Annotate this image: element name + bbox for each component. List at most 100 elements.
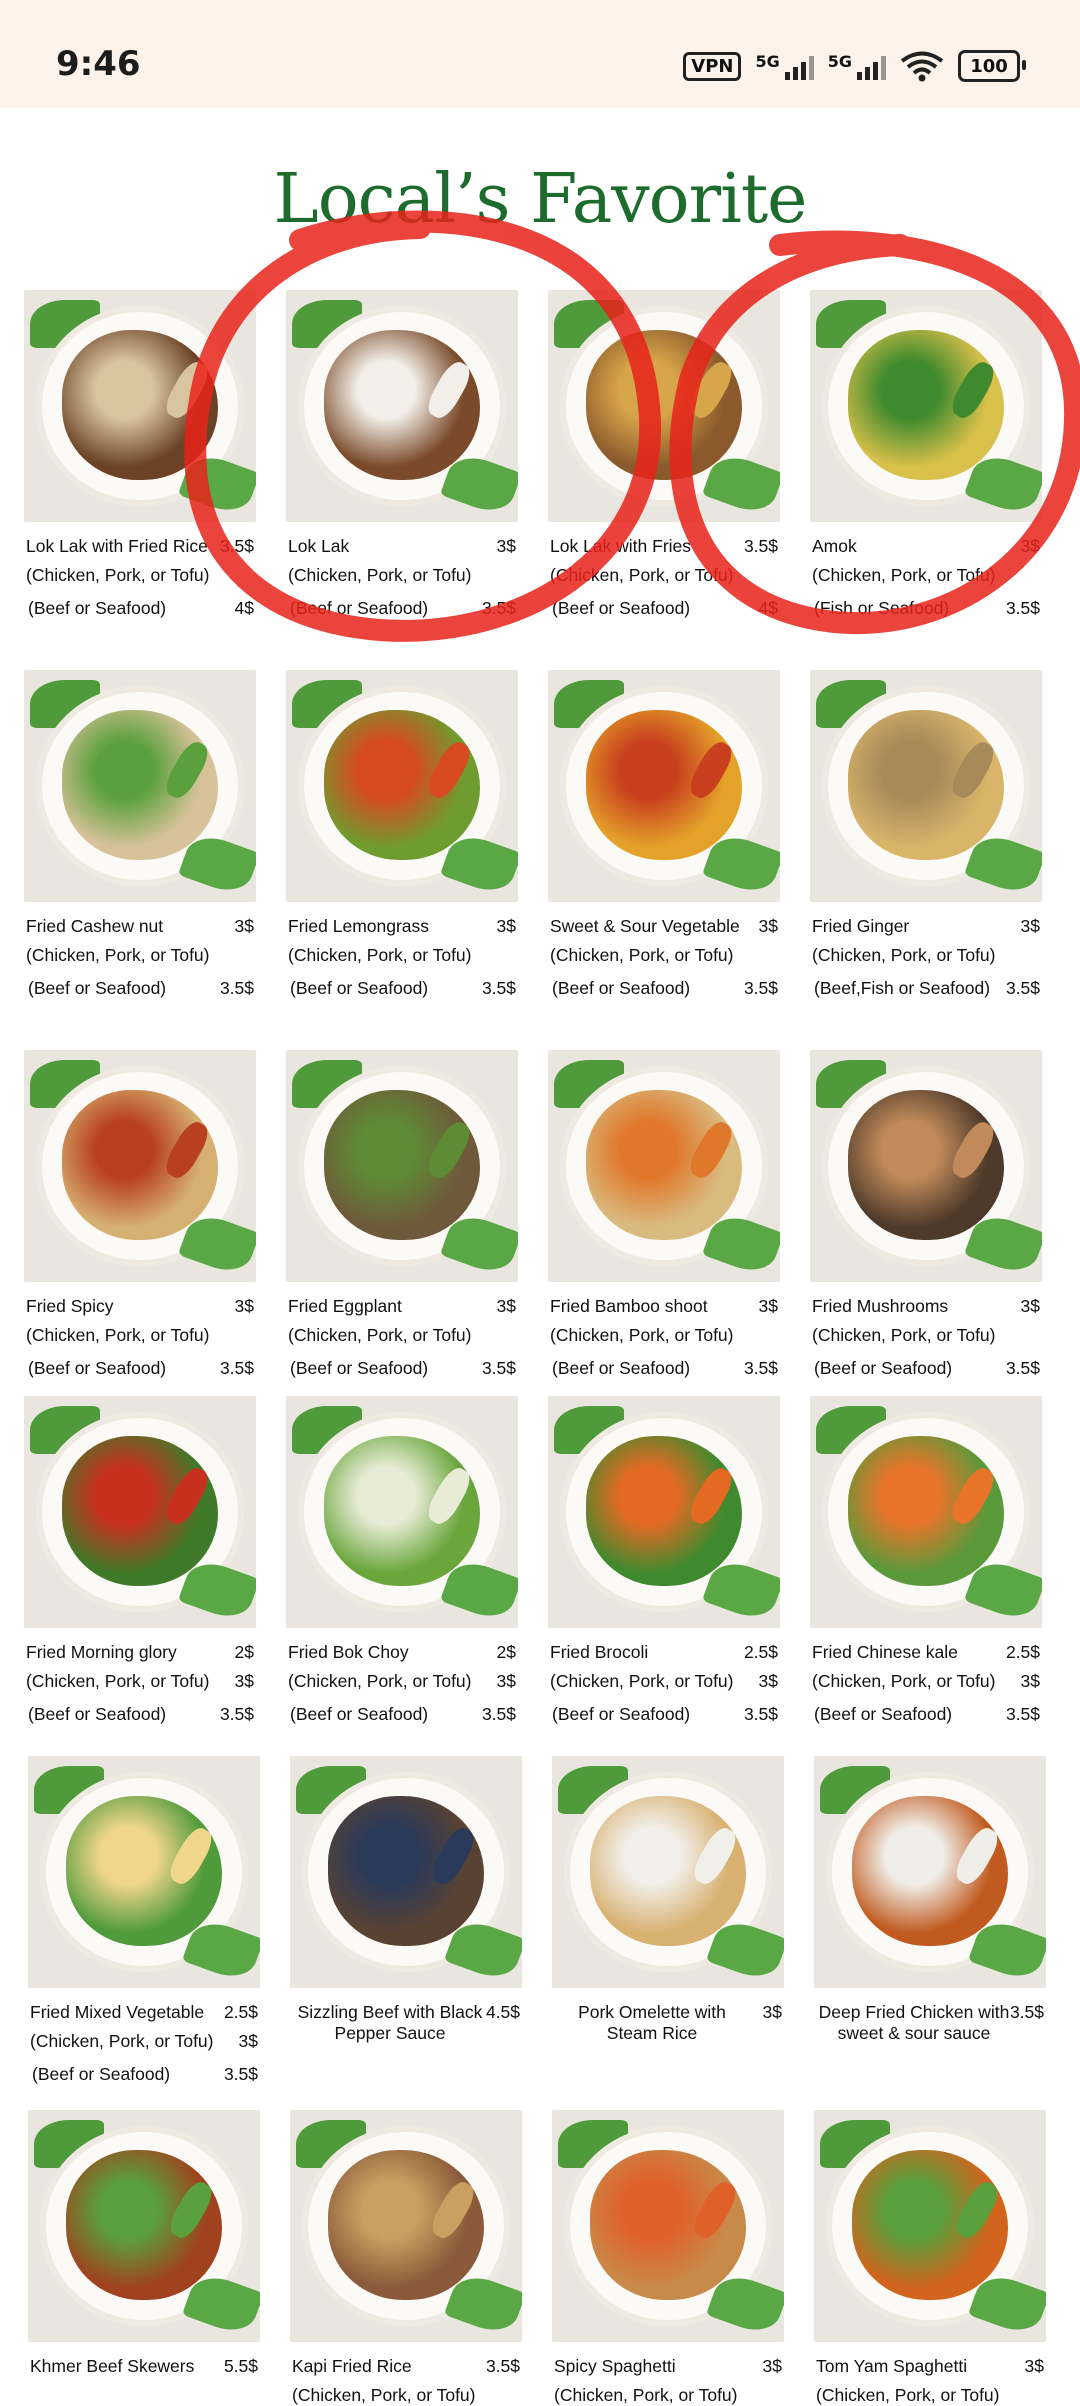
dish-name: Fried Ginger <box>812 916 910 936</box>
dish-option-price: 3.5$ <box>1005 978 1040 998</box>
dish-name: Pork Omelette with Steam Rice <box>578 2002 726 2043</box>
dish-photo <box>286 1050 518 1282</box>
dish-price: 3$ <box>1020 536 1040 556</box>
dish-name: Sweet & Sour Vegetable <box>550 916 740 936</box>
network-type-label: 5G <box>827 52 852 71</box>
dish-name: Fried Lemongrass <box>288 916 430 936</box>
dish-option-label: (Chicken, Pork, or Tofu) <box>288 945 472 965</box>
dish-price: 3$ <box>1024 2356 1044 2376</box>
dish-name: Khmer Beef Skewers <box>30 2356 195 2376</box>
dish-option-price: 3.5$ <box>219 1704 254 1724</box>
dish-price: 3.5$ <box>1009 2002 1044 2022</box>
dish-option-price: 4$ <box>758 598 778 618</box>
dish-name: Amok <box>812 536 857 556</box>
dish-price: 2$ <box>234 1642 254 1662</box>
dish-photo <box>810 1050 1042 1282</box>
dish-option-price: 3$ <box>1020 1671 1040 1691</box>
dish-option-price: 3.5$ <box>219 1358 254 1378</box>
menu-item: Fried Ginger 3$ (Chicken, Pork, or Tofu) (B… <box>810 670 1042 998</box>
dish-option-label: (Beef or Seafood) <box>552 1704 691 1724</box>
menu-item: Fried Eggplant 3$ (Chicken, Pork, or Tofu)… <box>286 1050 518 1378</box>
dish-photo <box>810 290 1042 522</box>
dish-option-price: 4$ <box>234 598 254 618</box>
dish-photo <box>24 1050 256 1282</box>
dish-photo <box>24 1396 256 1628</box>
dish-option-price: 3.5$ <box>1005 1704 1040 1724</box>
dish-option-label: (Chicken, Pork, or Tofu) <box>288 1671 472 1691</box>
dish-name: Fried Bok Choy <box>288 1642 409 1662</box>
dish-option-label: (Chicken, Pork, or Tofu) <box>812 565 996 585</box>
dish-name: Sizzling Beef with Black Pepper Sauce <box>297 2002 483 2043</box>
dish-price: 2$ <box>496 1642 516 1662</box>
menu-item: Lok Lak with Fried Rice 3.5$ (Chicken, Por… <box>24 290 256 618</box>
dish-option-label: (Chicken, Pork, or Tofu) <box>288 565 472 585</box>
dish-option-label: (Chicken, Pork, or Tofu) <box>550 945 734 965</box>
dish-option-price: 3.5$ <box>481 598 516 618</box>
dish-option-label: (Chicken, Pork, or Tofu) <box>288 1325 472 1345</box>
dish-option-label: (Beef or Seafood) <box>552 598 691 618</box>
dish-name: Fried Mushrooms <box>812 1296 949 1316</box>
dish-price: 3$ <box>762 2356 782 2376</box>
dish-photo <box>28 1756 260 1988</box>
dish-option-label: (Beef or Seafood) <box>290 1704 429 1724</box>
dish-price: 3$ <box>758 916 778 936</box>
dish-price: 3$ <box>234 916 254 936</box>
dish-photo <box>548 290 780 522</box>
dish-name: Fried Bamboo shoot <box>550 1296 708 1316</box>
dish-option-price: 3$ <box>758 1671 778 1691</box>
dish-price: 3$ <box>762 2002 782 2022</box>
dish-name: Tom Yam Spaghetti <box>816 2356 968 2376</box>
dish-photo <box>290 1756 522 1988</box>
dish-option-label: (Chicken, Pork, or Tofu) <box>30 2031 214 2051</box>
dish-price: 4.5$ <box>485 2002 520 2022</box>
dish-price: 3$ <box>234 1296 254 1316</box>
menu-item: Pork Omelette with Steam Rice 3$ <box>552 1756 784 2043</box>
dish-name: Fried Chinese kale <box>812 1642 958 1662</box>
dish-option-price: 3.5$ <box>481 978 516 998</box>
dish-photo <box>290 2110 522 2342</box>
dish-photo <box>24 670 256 902</box>
menu-item: Kapi Fried Rice 3.5$ (Chicken, Pork, or To… <box>290 2110 522 2405</box>
dish-photo <box>810 670 1042 902</box>
dish-price: 3.5$ <box>219 536 254 556</box>
dish-photo <box>814 2110 1046 2342</box>
dish-option-price: 3.5$ <box>743 1704 778 1724</box>
menu-item: Fried Mushrooms 3$ (Chicken, Pork, or Tofu… <box>810 1050 1042 1378</box>
status-time: 9:46 <box>56 44 141 84</box>
dish-option-label: (Chicken, Pork, or Tofu) <box>26 565 210 585</box>
dish-option-label: (Chicken, Pork, or Tofu) <box>26 1325 210 1345</box>
dish-option-label: (Beef or Seafood) <box>28 1358 167 1378</box>
dish-option-label: (Chicken, Pork, or Tofu) <box>812 945 996 965</box>
menu-item: Lok Lak 3$ (Chicken, Pork, or Tofu) (Beef o… <box>286 290 518 618</box>
menu-item: Fried Brocoli 2.5$ (Chicken, Pork, or Tofu… <box>548 1396 780 1724</box>
dish-option-price: 3.5$ <box>743 1358 778 1378</box>
dish-option-label: (Beef or Seafood) <box>552 978 691 998</box>
menu-item: Deep Fried Chicken with sweet & sour sau… <box>814 1756 1046 2043</box>
menu-item: Spicy Spaghetti 3$ (Chicken, Pork, or Tofu… <box>552 2110 784 2405</box>
dish-photo <box>548 1396 780 1628</box>
menu-item: Sizzling Beef with Black Pepper Sauce 4.5… <box>290 1756 522 2043</box>
network-type-label: 5G <box>755 52 780 71</box>
dish-name: Fried Cashew nut <box>26 916 164 936</box>
battery-icon: 100 <box>958 50 1026 82</box>
dish-option-label: (Beef or Seafood) <box>32 2064 171 2084</box>
menu-item: Khmer Beef Skewers 5.5$ <box>28 2110 260 2376</box>
dish-option-label: (Beef or Seafood) <box>28 978 167 998</box>
wifi-icon <box>900 51 944 82</box>
dish-name: Fried Eggplant <box>288 1296 402 1316</box>
dish-price: 2.5$ <box>1005 1642 1040 1662</box>
dish-option-label: (Beef or Seafood) <box>290 598 429 618</box>
signal-icon: 5G <box>828 52 886 80</box>
dish-option-label: (Chicken, Pork, or Tofu) <box>812 1325 996 1345</box>
vpn-icon: VPN <box>683 51 742 81</box>
dish-name: Lok Lak <box>288 536 350 556</box>
dish-price: 3$ <box>496 1296 516 1316</box>
dish-option-label: (Beef or Seafood) <box>814 1358 953 1378</box>
dish-name: Fried Mixed Vegetable <box>30 2002 205 2022</box>
dish-option-price: 3.5$ <box>219 978 254 998</box>
dish-option-label: (Beef or Seafood) <box>552 1358 691 1378</box>
dish-photo <box>552 1756 784 1988</box>
dish-option-label: (Beef or Seafood) <box>28 598 167 618</box>
dish-name: Fried Spicy <box>26 1296 114 1316</box>
dish-option-label: (Beef or Seafood) <box>290 1358 429 1378</box>
